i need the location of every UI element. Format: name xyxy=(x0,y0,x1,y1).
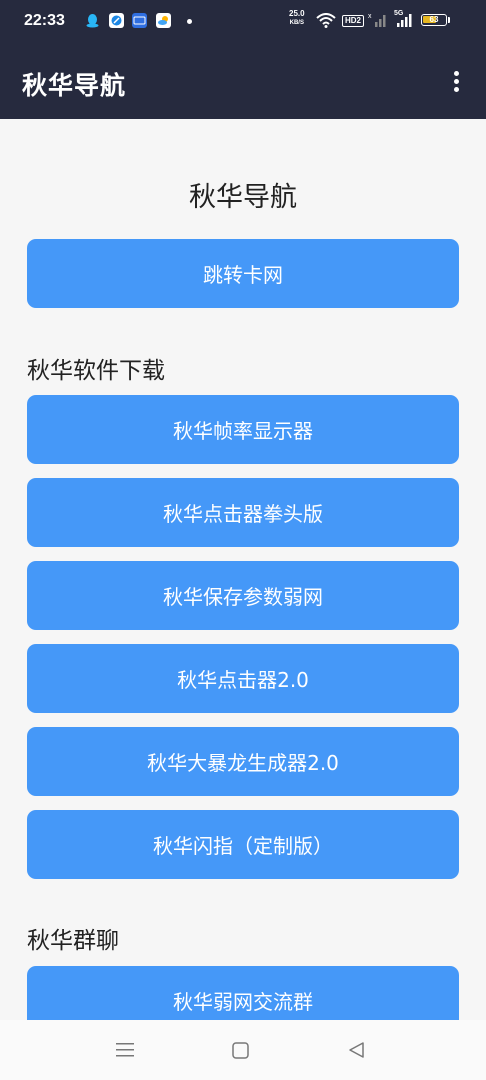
net-speed-value: 25.0 xyxy=(289,9,305,18)
status-time: 22:33 xyxy=(24,12,65,29)
app-title: 秋华导航 xyxy=(22,71,127,100)
section-title-software: 秋华软件下载 xyxy=(27,358,165,384)
home-icon[interactable] xyxy=(232,1042,249,1063)
hd-badge: HD2 xyxy=(342,15,365,27)
back-icon[interactable] xyxy=(348,1041,365,1063)
main-content: 秋华导航 跳转卡网 秋华软件下载 秋华帧率显示器 秋华点击器拳头版 秋华保存参数… xyxy=(0,119,486,1020)
more-vert-icon[interactable] xyxy=(440,66,472,98)
clicker-2-button[interactable]: 秋华点击器2.0 xyxy=(27,644,459,713)
battery-icon: 63 xyxy=(421,14,447,26)
qq-icon xyxy=(85,13,100,28)
wifi-icon xyxy=(316,13,336,32)
notification-dot xyxy=(187,19,192,24)
dino-generator-button[interactable]: 秋华大暴龙生成器2.0 xyxy=(27,727,459,796)
flash-finger-button[interactable]: 秋华闪指（定制版） xyxy=(27,810,459,879)
weather-icon xyxy=(156,13,171,28)
clicker-fist-button[interactable]: 秋华点击器拳头版 xyxy=(27,478,459,547)
battery-tip xyxy=(448,17,450,23)
save-params-weaknet-button[interactable]: 秋华保存参数弱网 xyxy=(27,561,459,630)
battery-level: 63 xyxy=(429,15,439,24)
app-bar: 秋华导航 xyxy=(0,44,486,119)
frame-rate-display-button[interactable]: 秋华帧率显示器 xyxy=(27,395,459,464)
app-123-icon xyxy=(132,13,147,28)
signal-icon xyxy=(395,12,417,32)
menu-icon[interactable] xyxy=(116,1042,134,1062)
jump-card-site-button[interactable]: 跳转卡网 xyxy=(27,239,459,308)
signal-icon-sim1: x xyxy=(368,12,388,32)
navigation-bar xyxy=(0,1020,486,1080)
section-title-group-chat: 秋华群聊 xyxy=(27,928,119,954)
weaknet-group-button[interactable]: 秋华弱网交流群 xyxy=(27,966,459,1020)
net-speed: 25.0 KB/S xyxy=(289,10,305,27)
page-heading: 秋华导航 xyxy=(189,182,297,213)
svg-text:x: x xyxy=(368,13,372,20)
browser-icon xyxy=(109,13,124,28)
status-bar: 22:33 25.0 KB/S HD2 x 5G 63 xyxy=(0,0,486,44)
net-speed-unit: KB/S xyxy=(289,20,304,26)
